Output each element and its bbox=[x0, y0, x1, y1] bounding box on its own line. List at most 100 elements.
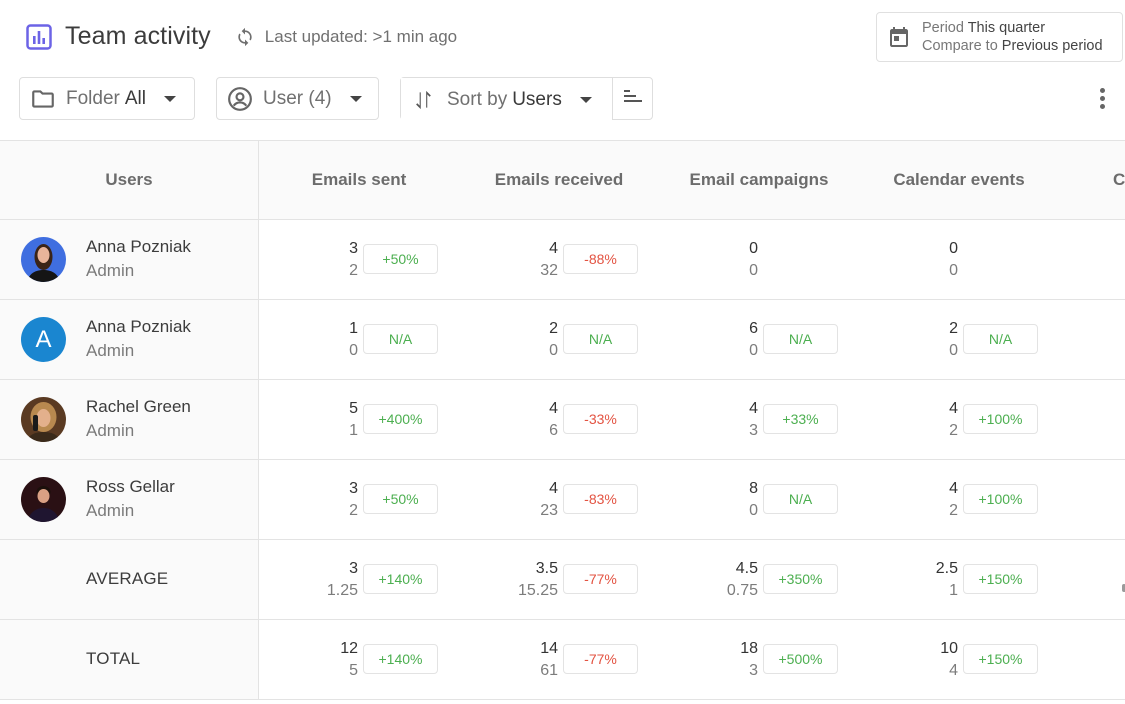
current-value: 6 bbox=[749, 320, 758, 337]
metric-cell: 2 0 N/A bbox=[859, 300, 1059, 379]
calendar-icon bbox=[887, 25, 911, 49]
previous-value: 1.25 bbox=[326, 582, 358, 599]
metric-values: 20 bbox=[549, 318, 558, 362]
previous-value: 0 bbox=[549, 342, 558, 359]
folder-filter-value: All bbox=[124, 87, 146, 109]
change-badge: +150% bbox=[963, 644, 1038, 674]
previous-value: 2 bbox=[349, 262, 358, 279]
metric-values: 2.5 1 bbox=[936, 558, 958, 602]
chevron-down-icon bbox=[163, 95, 176, 102]
summary-label: AVERAGE bbox=[86, 569, 169, 588]
table-row[interactable]: Rachel Green Admin 5 1 +400% 4 6 -33% 4 3 +33% 4 2 +1… bbox=[0, 380, 1125, 460]
metric-values: 4.5 0.75 bbox=[727, 558, 758, 602]
truncated-cell bbox=[1059, 460, 1125, 539]
previous-value: 2 bbox=[349, 502, 358, 519]
period-selector[interactable]: Period This quarter Compare to Previous … bbox=[876, 12, 1123, 62]
column-header-truncated[interactable]: C bbox=[1059, 141, 1125, 219]
metric-values: 42 bbox=[949, 478, 958, 522]
metric-values: 14 61 bbox=[540, 638, 558, 682]
summary-row: AVERAGE 3 1.25 +140% 3.5 15.25 -77% 4.5 0.75 +350… bbox=[0, 540, 1125, 620]
current-value: 10 bbox=[940, 640, 958, 657]
metric-cell: 4.5 0.75 +350% bbox=[659, 540, 859, 619]
title-area: Team activity Last updated: >1 min ago bbox=[26, 22, 457, 51]
sort-direction-button[interactable] bbox=[612, 78, 652, 119]
sort-dropdown[interactable]: Sort by Users bbox=[401, 78, 612, 121]
change-badge: -88% bbox=[563, 244, 638, 274]
user-role: Admin bbox=[86, 421, 135, 440]
metric-cell: 3 1.25 +140% bbox=[259, 540, 459, 619]
summary-row: TOTAL 12 5 +140% 14 61 -77% 18 3 +500% 10 4 +150% bbox=[0, 620, 1125, 700]
chevron-down-icon bbox=[579, 96, 592, 103]
previous-value: 3 bbox=[749, 422, 758, 439]
summary-label: TOTAL bbox=[86, 649, 141, 668]
avatar bbox=[21, 477, 66, 522]
metric-cell: 3.5 15.25 -77% bbox=[459, 540, 659, 619]
table-row[interactable]: Anna Pozniak Admin 3 2 +50% 4 32 -88% 0 0 0 0 bbox=[0, 220, 1125, 300]
last-updated-text: Last updated: >1 min ago bbox=[264, 26, 458, 46]
previous-value: 4 bbox=[949, 662, 958, 679]
more-options-button[interactable] bbox=[1092, 84, 1112, 112]
current-value: 4 bbox=[749, 400, 758, 417]
user-role: Admin bbox=[86, 261, 135, 280]
avatar bbox=[21, 237, 66, 282]
previous-value: 0 bbox=[949, 342, 958, 359]
metric-cell: 3 2 +50% bbox=[259, 460, 459, 539]
change-badge: +140% bbox=[363, 564, 438, 594]
folder-filter-dropdown[interactable]: Folder All bbox=[19, 77, 195, 120]
chevron-down-icon bbox=[349, 95, 362, 102]
metric-cell: 8 0 N/A bbox=[659, 460, 859, 539]
column-header-users[interactable]: Users bbox=[0, 141, 259, 219]
avatar: A bbox=[21, 317, 66, 362]
metric-values: 46 bbox=[549, 398, 558, 442]
user-filter-label: User (4) bbox=[263, 87, 332, 109]
table-row[interactable]: Ross Gellar Admin 3 2 +50% 4 23 -83% 8 0 N/A 4 2 +100… bbox=[0, 460, 1125, 540]
user-name: Rachel Green bbox=[86, 397, 191, 416]
metric-cell: 00 bbox=[659, 220, 859, 299]
metric-cell: 12 5 +140% bbox=[259, 620, 459, 699]
change-badge: +50% bbox=[363, 244, 438, 274]
user-name: Anna Pozniak bbox=[86, 317, 191, 336]
current-value: 4 bbox=[549, 240, 558, 257]
current-value: 0 bbox=[949, 240, 958, 257]
sync-icon[interactable] bbox=[235, 27, 255, 47]
change-badge: +33% bbox=[763, 404, 838, 434]
change-badge: +500% bbox=[763, 644, 838, 674]
sort-value: Users bbox=[512, 88, 562, 110]
metric-cell: 00 bbox=[859, 220, 1059, 299]
current-value: 0 bbox=[749, 240, 758, 257]
previous-value: 6 bbox=[549, 422, 558, 439]
previous-value: 1 bbox=[349, 422, 358, 439]
change-badge: -77% bbox=[563, 644, 638, 674]
user-cell: A Anna Pozniak Admin bbox=[0, 300, 259, 379]
previous-value: 3 bbox=[749, 662, 758, 679]
metric-values: 32 bbox=[349, 238, 358, 282]
column-header-email-campaigns[interactable]: Email campaigns bbox=[659, 141, 859, 219]
folder-icon bbox=[30, 86, 56, 112]
change-badge: +140% bbox=[363, 644, 438, 674]
metric-values: 42 bbox=[949, 398, 958, 442]
user-name: Anna Pozniak bbox=[86, 237, 191, 256]
truncated-cell bbox=[1059, 300, 1125, 379]
metric-values: 80 bbox=[749, 478, 758, 522]
previous-value: 0 bbox=[749, 262, 758, 279]
table-row[interactable]: A Anna Pozniak Admin 1 0 N/A 2 0 N/A 6 0 N/A 2 0 N/A bbox=[0, 300, 1125, 380]
folder-filter-label: Folder bbox=[66, 87, 120, 109]
column-header-emails-sent[interactable]: Emails sent bbox=[259, 141, 459, 219]
current-value: 18 bbox=[740, 640, 758, 657]
current-value: 1 bbox=[349, 320, 358, 337]
change-badge: N/A bbox=[563, 324, 638, 354]
metric-cell: 4 2 +100% bbox=[859, 460, 1059, 539]
metric-values: 10 4 bbox=[940, 638, 958, 682]
more-vert-icon-dot bbox=[1099, 95, 1105, 101]
column-header-calendar-events[interactable]: Calendar events bbox=[859, 141, 1059, 219]
period-text: Period This quarter Compare to Previous … bbox=[922, 19, 1103, 55]
column-header-emails-received[interactable]: Emails received bbox=[459, 141, 659, 219]
user-cell: Anna Pozniak Admin bbox=[0, 220, 259, 299]
change-badge: +150% bbox=[963, 564, 1038, 594]
user-filter-dropdown[interactable]: User (4) bbox=[216, 77, 379, 120]
previous-value: 32 bbox=[540, 262, 558, 279]
more-vert-icon-dot bbox=[1099, 103, 1105, 109]
period-value: This quarter bbox=[967, 20, 1046, 36]
current-value: 12 bbox=[340, 640, 358, 657]
metric-values: 12 5 bbox=[340, 638, 358, 682]
